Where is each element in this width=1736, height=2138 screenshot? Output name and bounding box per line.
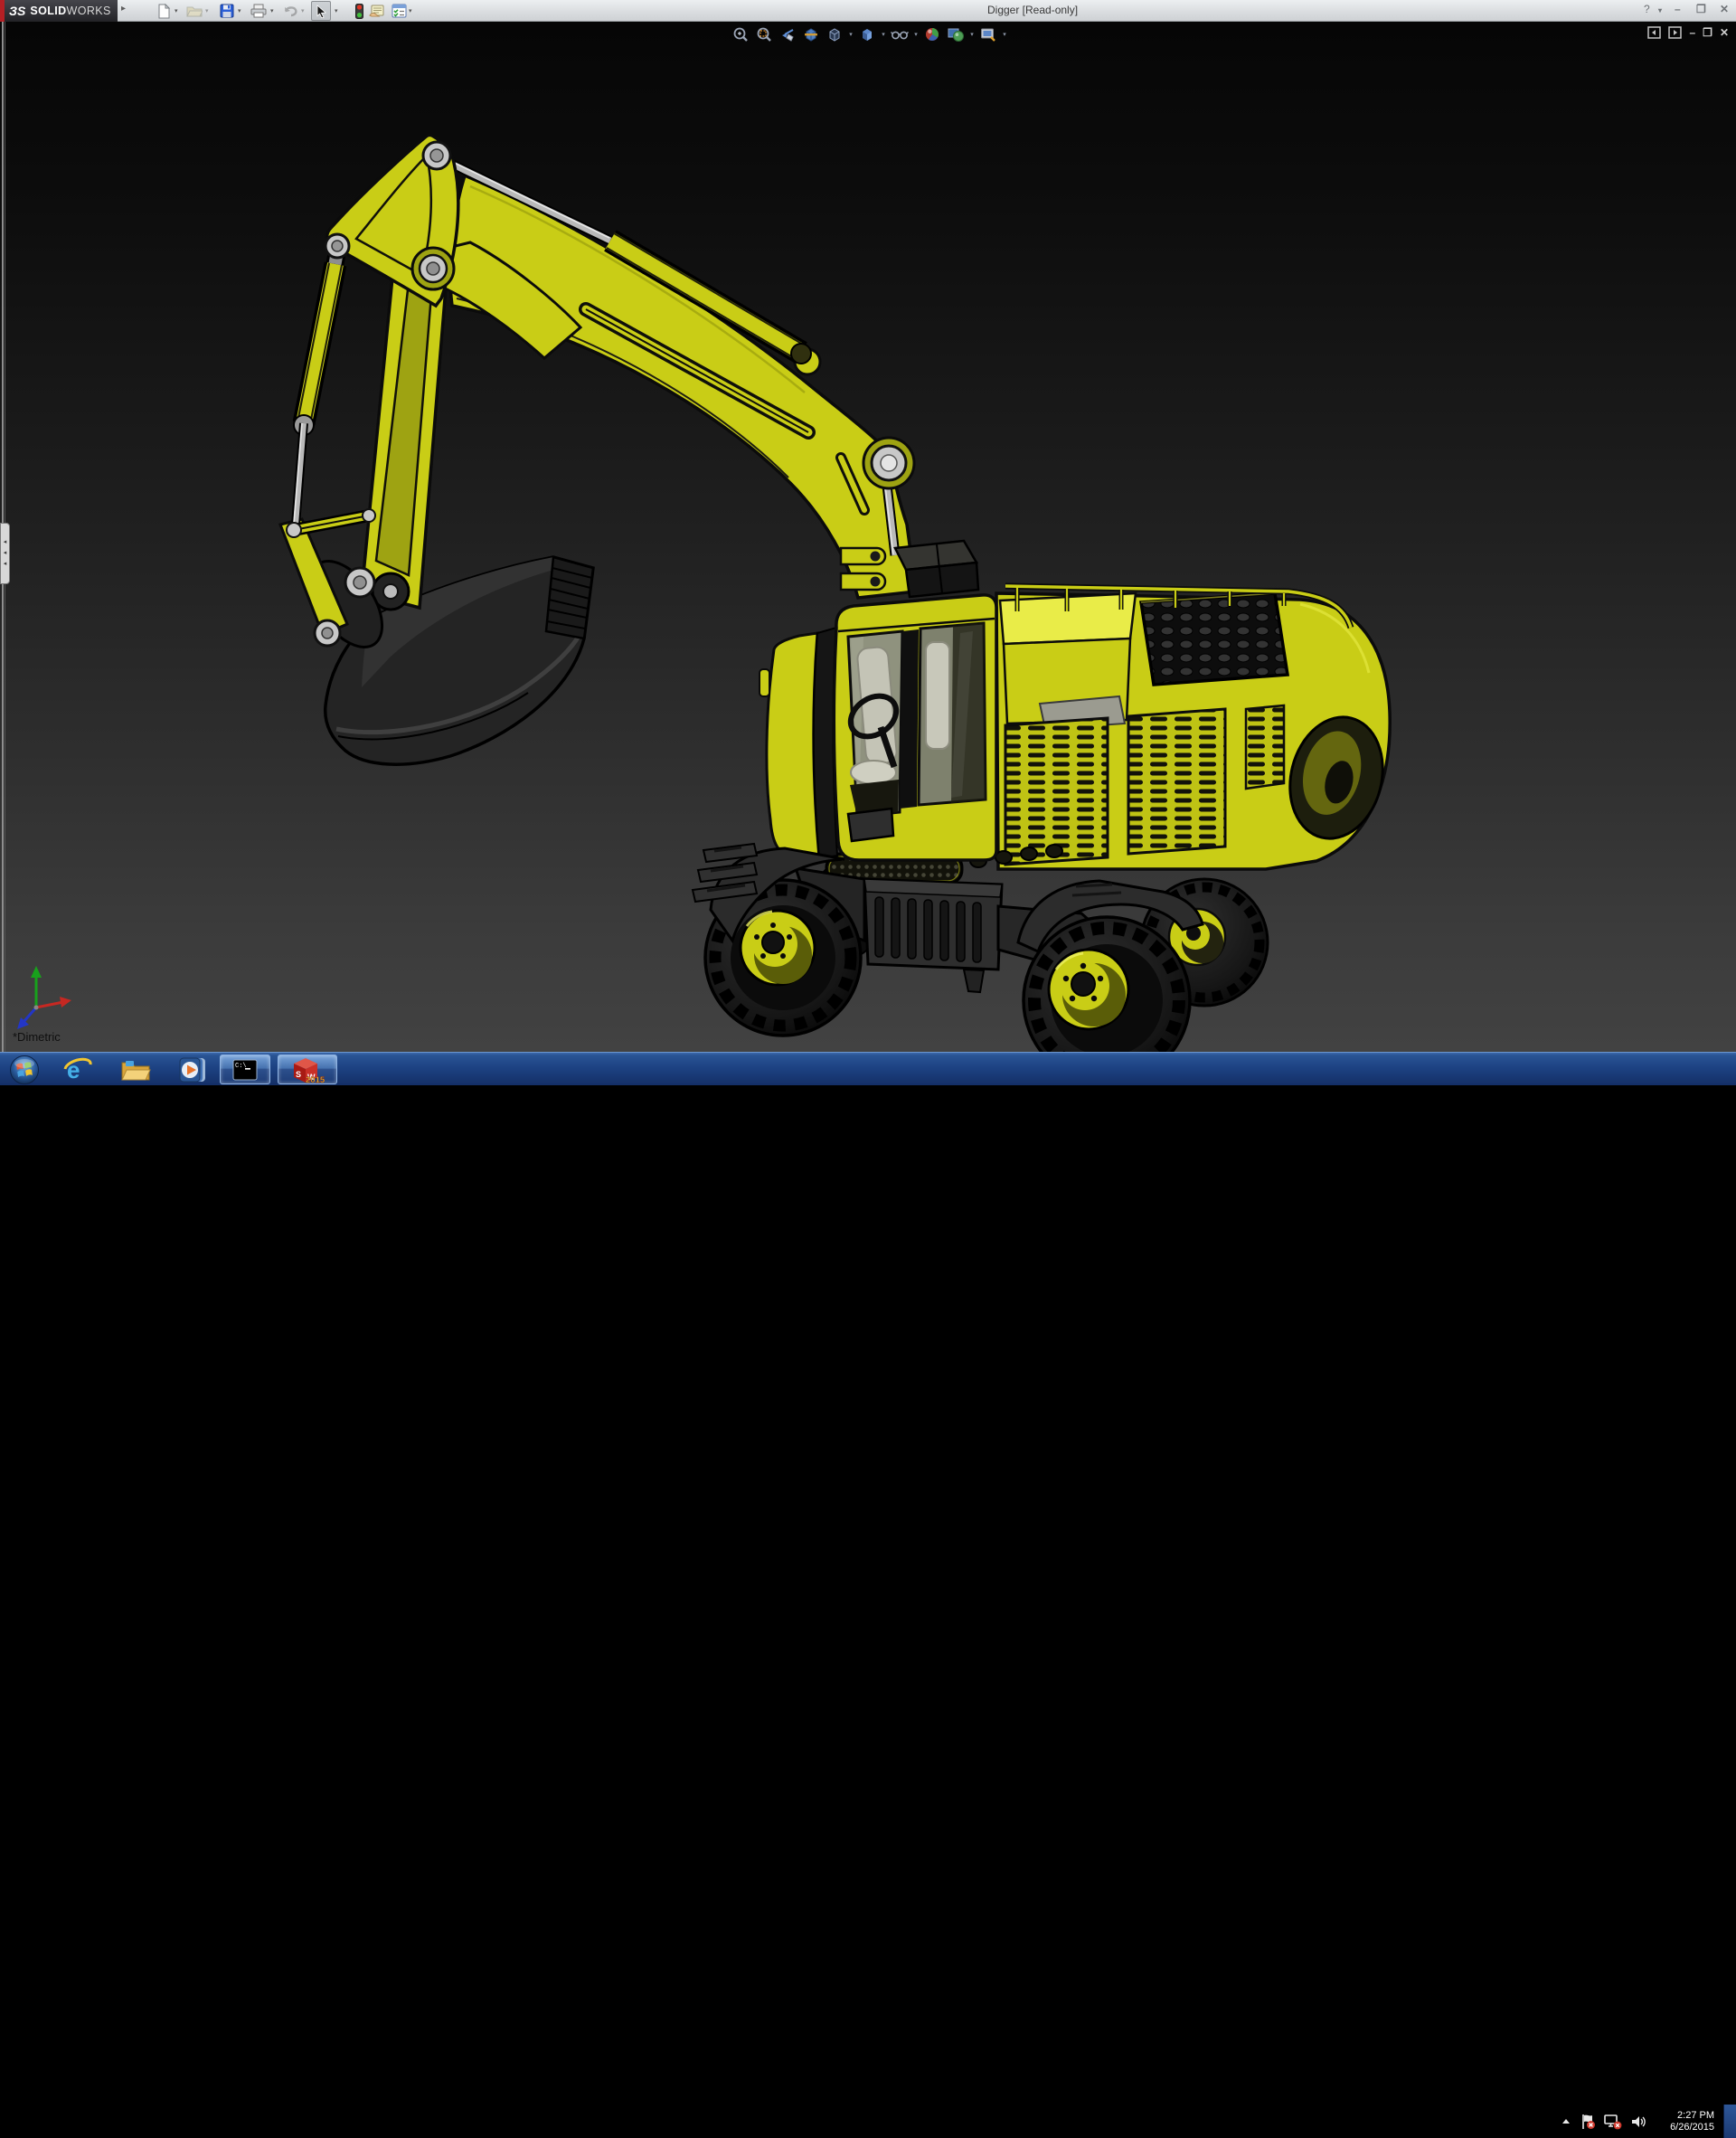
internet-explorer-icon: e	[63, 1056, 92, 1083]
undo-caret[interactable]: ▾	[301, 7, 305, 14]
view-orientation-label: *Dimetric	[13, 1030, 61, 1044]
knee-triangle	[326, 135, 458, 306]
save-button[interactable]	[217, 1, 237, 21]
save-caret[interactable]: ▾	[238, 7, 241, 14]
undo-icon	[283, 5, 298, 18]
taskbar-command-prompt[interactable]: C:\	[220, 1055, 270, 1084]
side-grille	[1005, 718, 1108, 865]
cab-vent	[848, 809, 893, 841]
excavator-model: .c-y{fill:var(--yellow);stroke:var(--out…	[0, 22, 1736, 1052]
network-status-icon[interactable]	[1604, 2114, 1622, 2130]
new-document-icon	[156, 4, 172, 19]
engine-grille	[1141, 593, 1288, 685]
clock-date: 6/26/2015	[1655, 2122, 1714, 2133]
action-center-icon[interactable]	[1580, 2114, 1596, 2130]
new-caret[interactable]: ▾	[175, 7, 178, 14]
new-document-button[interactable]	[154, 1, 174, 21]
options-button[interactable]	[389, 1, 409, 21]
taskbar-windows-explorer[interactable]	[118, 1055, 154, 1084]
rebuild-button[interactable]	[349, 1, 369, 21]
side-grille	[1128, 709, 1225, 854]
graphics-viewport[interactable]: ◂ ◂ ◂ ▾ ▾ ▾ ▾ ▾	[0, 22, 1736, 1052]
app-close-button[interactable]: ✕	[1720, 3, 1729, 15]
volume-icon[interactable]	[1630, 2114, 1646, 2129]
logo-red-strip	[0, 0, 5, 22]
options-caret[interactable]: ▾	[409, 7, 412, 14]
windows-start-orb-icon	[9, 1055, 40, 1085]
solidworks-logo: ЗS SOLIDWORKS	[0, 0, 118, 22]
titlebar: ЗS SOLIDWORKS ▸ ▾ ▾ ▾ ▾ ▾ ▾ ▾ Digger [Re…	[0, 0, 1736, 22]
taskbar-clock[interactable]: 2:27 PM 6/26/2015	[1655, 2110, 1714, 2133]
taskbar-solidworks-2015[interactable]: S W 2015	[278, 1055, 337, 1084]
network-icon	[1604, 2114, 1622, 2130]
undo-button[interactable]	[280, 1, 300, 21]
select-button[interactable]	[311, 1, 331, 21]
hidden-icons-arrow-icon	[1561, 2117, 1571, 2126]
flag-icon	[1580, 2114, 1596, 2130]
save-icon	[220, 4, 234, 18]
options-list-icon	[392, 4, 407, 18]
help-caret[interactable]: ▾	[1658, 6, 1662, 14]
folder-icon	[120, 1057, 151, 1083]
taskbar-internet-explorer[interactable]: e	[60, 1055, 96, 1084]
select-cursor-icon	[316, 5, 327, 18]
cab	[760, 595, 996, 860]
steps	[693, 844, 757, 902]
menu-expand-arrow[interactable]: ▸	[121, 4, 126, 14]
window-title: Digger [Read-only]	[987, 4, 1078, 16]
note-hand-icon	[369, 4, 385, 18]
command-prompt-icon: C:\	[232, 1059, 258, 1081]
svg-text:S: S	[296, 1070, 301, 1079]
show-desktop-button[interactable]	[1723, 2105, 1736, 2138]
orientation-triad	[14, 964, 78, 1033]
solidworks-logo-mark: ЗS	[9, 4, 25, 18]
clock-time: 2:27 PM	[1655, 2110, 1714, 2122]
open-button[interactable]	[184, 1, 204, 21]
select-caret[interactable]: ▾	[335, 7, 338, 14]
side-grille	[1246, 705, 1284, 789]
speaker-icon	[1630, 2114, 1646, 2129]
system-tray: 2:27 PM 6/26/2015	[1561, 2105, 1736, 2138]
file-properties-button[interactable]	[367, 1, 387, 21]
boom	[450, 175, 916, 598]
app-restore-button[interactable]: ❐	[1696, 3, 1706, 15]
solidworks-cube-icon: S W 2015	[288, 1056, 326, 1083]
sw-year-label: 2015	[306, 1075, 326, 1083]
cmd-label: C:\	[235, 1063, 247, 1070]
taskbar-media-player[interactable]	[175, 1055, 212, 1084]
taskbar: e C:\ S W 2015	[0, 1052, 1736, 1085]
help-button[interactable]: ?	[1644, 3, 1650, 15]
y-axis-arrow	[31, 966, 42, 978]
x-axis-arrow	[60, 997, 71, 1008]
print-icon	[250, 4, 267, 18]
hidden-icons-button[interactable]	[1561, 2117, 1571, 2126]
app-minimize-button[interactable]: –	[1675, 3, 1681, 15]
traffic-light-icon	[355, 4, 363, 19]
brand-solid: SOLID	[30, 5, 66, 17]
print-caret[interactable]: ▾	[270, 7, 274, 14]
start-button[interactable]	[7, 1055, 42, 1084]
open-caret[interactable]: ▾	[205, 7, 209, 14]
media-player-icon	[179, 1056, 208, 1083]
mirror	[760, 669, 769, 696]
brand-works: WORKS	[67, 5, 111, 17]
open-folder-icon	[186, 4, 203, 18]
print-button[interactable]	[249, 1, 269, 21]
